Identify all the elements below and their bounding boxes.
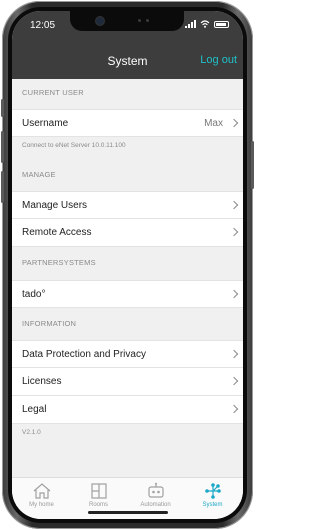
list-item-legal[interactable]: Legal (12, 396, 243, 424)
volume-up-button (1, 131, 4, 163)
list-item-tado[interactable]: tado° (12, 280, 243, 308)
username-label: Username (22, 118, 69, 129)
chevron-right-icon (229, 404, 239, 414)
username-value: Max (204, 118, 223, 129)
list-item-licenses[interactable]: Licenses (12, 368, 243, 396)
robot-icon (147, 482, 164, 498)
mute-switch (1, 99, 4, 117)
tab-label: Automation (140, 502, 171, 508)
section-header-information: INFORMATION (22, 319, 77, 328)
chevron-right-icon (229, 118, 239, 128)
status-icons (185, 20, 229, 28)
notch (70, 11, 184, 31)
camera-icon (96, 17, 104, 25)
tab-my-home[interactable]: My home (13, 482, 70, 516)
section-header-current-user: CURRENT USER (22, 88, 84, 97)
battery-icon (214, 20, 229, 28)
network-icon (204, 483, 221, 499)
list-item-data-protection[interactable]: Data Protection and Privacy (12, 340, 243, 368)
username-row[interactable]: Username Max (12, 109, 243, 137)
phone-frame: 12:05 System Log out CURRENT USER Userna… (1, 1, 254, 529)
tab-system[interactable]: System (184, 482, 241, 516)
list-item-label: Licenses (22, 376, 62, 387)
settings-list: CURRENT USER Username Max Connect to eNe… (12, 79, 243, 477)
status-time: 12:05 (30, 20, 56, 31)
home-indicator[interactable] (88, 511, 168, 514)
section-header-partnersystems: PARTNERSYSTEMS (22, 258, 96, 267)
logout-button[interactable]: Log out (200, 54, 237, 66)
house-icon (33, 483, 50, 499)
status-bar: 12:05 (12, 11, 243, 41)
sensor-icon (138, 19, 141, 22)
wifi-icon (200, 20, 210, 28)
signal-icon (185, 20, 196, 28)
power-button (251, 141, 254, 189)
chevron-right-icon (229, 200, 239, 210)
chevron-right-icon (229, 289, 239, 299)
sensor-icon (146, 19, 149, 22)
list-item-label: Legal (22, 404, 47, 415)
list-item-label: Remote Access (22, 227, 92, 238)
connection-note: Connect to eNet Server 10.0.11.100 (22, 142, 126, 149)
tab-label: My home (29, 502, 54, 508)
screen: 12:05 System Log out CURRENT USER Userna… (12, 11, 243, 519)
rooms-icon (90, 483, 107, 499)
chevron-right-icon (229, 376, 239, 386)
navigation-bar: System Log out (12, 41, 243, 79)
list-item-label: Manage Users (22, 200, 88, 211)
section-header-manage: MANAGE (22, 170, 56, 179)
chevron-right-icon (229, 227, 239, 237)
list-item-label: Data Protection and Privacy (22, 349, 146, 360)
chevron-right-icon (229, 349, 239, 359)
list-item-manage-users[interactable]: Manage Users (12, 191, 243, 219)
volume-down-button (1, 171, 4, 203)
version-label: V2.1.0 (22, 429, 41, 436)
list-item-remote-access[interactable]: Remote Access (12, 219, 243, 247)
list-item-label: tado° (22, 289, 46, 300)
tab-label: System (202, 502, 223, 508)
tab-label: Rooms (88, 502, 108, 508)
